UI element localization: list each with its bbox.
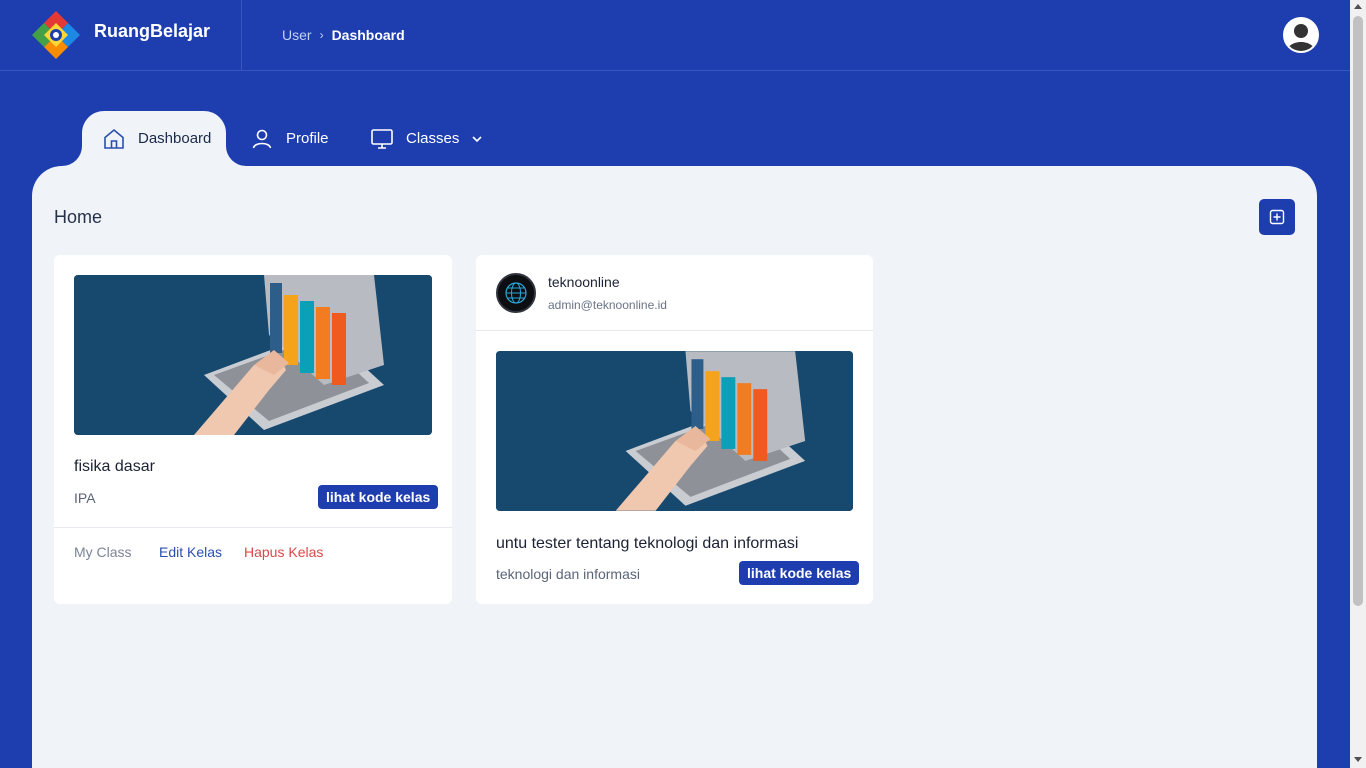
class-subject: teknologi dan informasi — [496, 566, 640, 582]
tab-corner-right — [226, 146, 246, 166]
owner-avatar — [496, 273, 536, 313]
tab-classes-label: Classes — [406, 130, 460, 147]
tab-dashboard-label: Dashboard — [138, 130, 212, 147]
tab-dashboard[interactable]: Dashboard — [82, 111, 226, 166]
scroll-down-icon[interactable] — [1354, 757, 1362, 762]
scroll-thumb[interactable] — [1353, 16, 1363, 606]
class-subject: IPA — [74, 490, 96, 506]
scroll-up-icon[interactable] — [1354, 4, 1362, 9]
chevron-down-icon — [472, 135, 482, 142]
tab-profile-label: Profile — [286, 130, 329, 147]
class-thumbnail[interactable] — [496, 351, 853, 511]
divider — [54, 527, 452, 528]
user-icon — [252, 129, 272, 148]
breadcrumb-user[interactable]: User — [282, 27, 312, 43]
class-thumbnail[interactable] — [74, 275, 432, 435]
diamond-logo-icon — [32, 11, 80, 59]
my-class-link[interactable]: My Class — [74, 544, 132, 560]
tab-corner-left — [62, 146, 82, 166]
view-class-code-button[interactable]: lihat kode kelas — [739, 561, 860, 585]
breadcrumb-dashboard: Dashboard — [331, 27, 405, 43]
tab-classes[interactable]: Classes — [370, 111, 483, 166]
class-card: fisika dasar IPA lihat kode kelas My Cla… — [54, 255, 452, 604]
brand[interactable]: RuangBelajar — [0, 0, 242, 70]
user-avatar-icon[interactable] — [1283, 17, 1319, 53]
breadcrumb: User › Dashboard — [282, 27, 405, 43]
person-icon — [1285, 19, 1317, 51]
divider — [476, 330, 873, 331]
owner-email: admin@teknoonline.id — [548, 298, 667, 312]
page-title: Home — [54, 207, 103, 227]
laptop-books-illustration — [74, 275, 432, 435]
class-card: teknoonline admin@teknoonline.id untu te… — [476, 255, 873, 604]
add-class-button[interactable] — [1259, 199, 1295, 235]
class-title[interactable]: untu tester tentang teknologi dan inform… — [496, 535, 798, 553]
plus-square-icon — [1269, 209, 1285, 225]
top-header: RuangBelajar User › Dashboard — [0, 0, 1350, 71]
globe-icon — [505, 282, 527, 304]
class-title[interactable]: fisika dasar — [74, 458, 155, 476]
laptop-books-illustration — [496, 351, 853, 511]
view-class-code-button[interactable]: lihat kode kelas — [318, 485, 439, 509]
brand-name: RuangBelajar — [94, 21, 211, 41]
chevron-right-icon: › — [319, 28, 324, 42]
home-icon — [104, 128, 124, 149]
tab-profile[interactable]: Profile — [250, 111, 329, 166]
delete-class-link[interactable]: Hapus Kelas — [244, 544, 323, 560]
edit-class-link[interactable]: Edit Kelas — [159, 544, 222, 560]
vertical-scrollbar[interactable] — [1350, 0, 1366, 768]
monitor-icon — [371, 128, 393, 149]
owner-name: teknoonline — [548, 274, 620, 290]
